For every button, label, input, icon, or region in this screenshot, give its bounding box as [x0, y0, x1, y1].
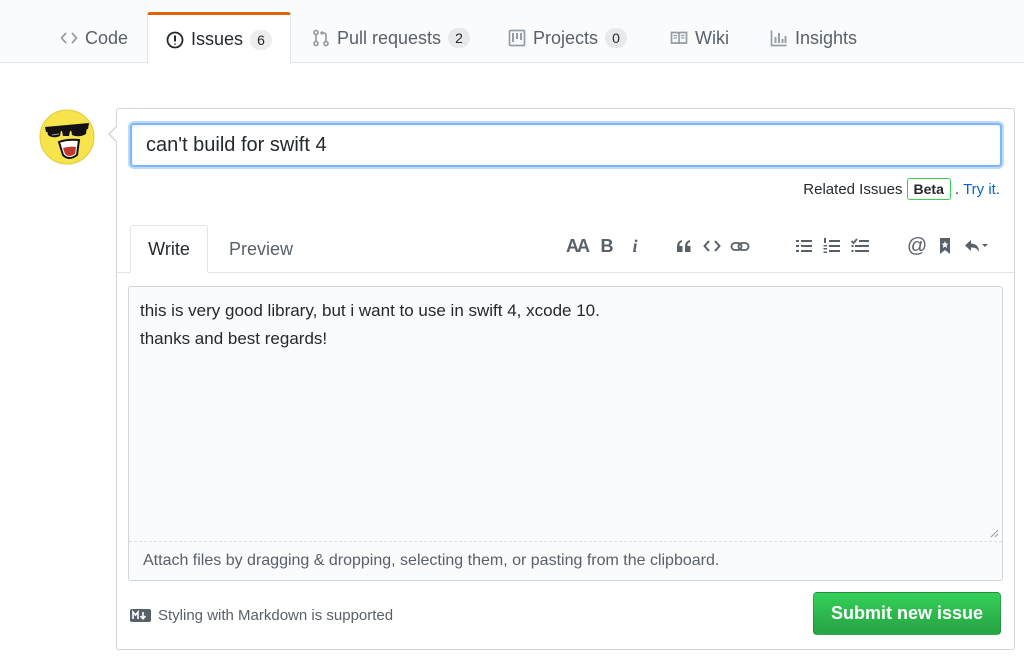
mention-icon[interactable]: @ [903, 233, 931, 259]
tab-wiki-label: Wiki [695, 27, 729, 48]
related-issues-label: Related Issues [803, 180, 903, 198]
issue-opened-icon [166, 31, 184, 48]
bookmark-icon[interactable] [931, 233, 959, 259]
tab-issues[interactable]: Issues 6 [147, 12, 292, 64]
reply-icon[interactable] [959, 233, 993, 259]
issues-count-badge: 6 [250, 29, 273, 50]
new-issue-form: Related Issues Beta . Try it. Write Prev… [108, 108, 1015, 650]
attach-files-bar[interactable]: Attach files by dragging & dropping, sel… [129, 541, 1002, 580]
tab-code[interactable]: Code [42, 12, 146, 64]
markdown-icon [130, 609, 151, 622]
markdown-note: Styling with Markdown is supported [130, 607, 393, 624]
tab-pull-requests[interactable]: Pull requests 2 [294, 12, 488, 64]
tab-preview[interactable]: Preview [213, 225, 309, 273]
ordered-list-icon[interactable] [818, 233, 846, 259]
tab-write[interactable]: Write [130, 225, 208, 273]
tab-wiki[interactable]: Wiki [652, 12, 747, 64]
pull-requests-count-badge: 2 [448, 28, 471, 48]
italic-icon[interactable]: i [621, 233, 649, 259]
tab-pull-requests-label: Pull requests [337, 27, 442, 48]
graph-icon [770, 30, 787, 47]
unordered-list-icon[interactable] [790, 233, 818, 259]
toolbar-misc-group: @ [903, 233, 993, 259]
markdown-note-text[interactable]: Styling with Markdown is supported [158, 607, 393, 624]
code-icon[interactable] [698, 233, 726, 259]
repo-nav: Code Issues 6 Pull requests 2 Projects 0… [0, 0, 1024, 64]
project-icon [508, 29, 526, 47]
resize-handle-icon[interactable] [989, 528, 999, 538]
attach-files-hint: Attach files by dragging & dropping, sel… [143, 552, 720, 569]
issue-body-text: this is very good library, but i want to… [140, 301, 600, 348]
link-icon[interactable] [726, 233, 754, 259]
issue-body-textarea[interactable]: this is very good library, but i want to… [128, 286, 1003, 581]
tab-projects-label: Projects [533, 27, 599, 48]
user-avatar[interactable] [39, 109, 95, 165]
tab-insights-label: Insights [795, 27, 858, 48]
related-separator: . [954, 180, 960, 198]
git-pull-request-icon [313, 29, 329, 47]
toolbar-list-group [790, 233, 874, 259]
text-size-icon[interactable]: AA [561, 233, 593, 259]
code-icon [60, 32, 78, 44]
toolbar-insert-group [670, 233, 754, 259]
projects-count-badge: 0 [605, 28, 628, 48]
beta-badge: Beta [906, 178, 951, 200]
tab-issues-label: Issues [191, 29, 244, 49]
quote-icon[interactable] [670, 233, 698, 259]
issue-title-input[interactable] [130, 123, 1002, 167]
tab-code-label: Code [85, 27, 129, 48]
tasklist-icon[interactable] [846, 233, 874, 259]
book-icon [670, 31, 688, 45]
tab-projects[interactable]: Projects 0 [490, 12, 645, 64]
tab-insights[interactable]: Insights [752, 12, 875, 64]
toolbar-text-group: AA B i [561, 233, 649, 259]
bold-icon[interactable]: B [593, 233, 621, 259]
try-it-link[interactable]: Try it. [963, 181, 1000, 198]
submit-new-issue-button[interactable]: Submit new issue [813, 592, 1001, 635]
related-issues: Related Issues Beta . Try it. [803, 178, 1000, 200]
